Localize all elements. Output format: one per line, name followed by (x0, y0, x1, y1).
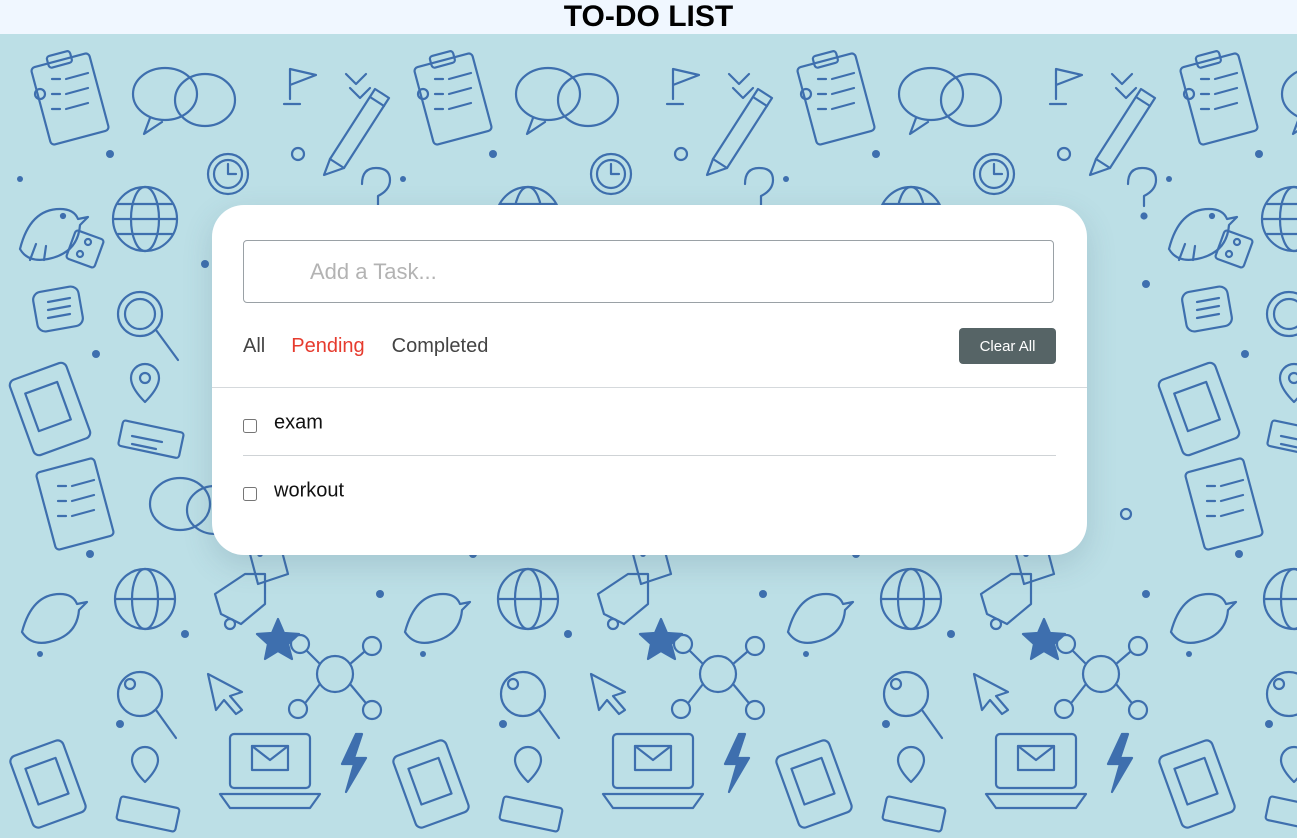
filter-tabs: All Pending Completed (243, 333, 488, 359)
task-checkbox[interactable] (243, 418, 257, 433)
filter-all[interactable]: All (243, 333, 265, 359)
app-header: TO-DO LIST (0, 0, 1297, 34)
task-label: exam (274, 411, 323, 433)
task-item: exam (243, 388, 1056, 456)
task-label: workout (274, 479, 345, 502)
task-checkbox[interactable] (243, 487, 257, 501)
filter-completed[interactable]: Completed (392, 333, 489, 359)
add-task-input[interactable] (243, 240, 1054, 303)
task-list: exam workout (243, 388, 1056, 524)
page-title: TO-DO LIST (563, 0, 734, 33)
clear-all-button[interactable]: Clear All (959, 328, 1056, 364)
filter-pending[interactable]: Pending (291, 333, 364, 359)
todo-card: All Pending Completed Clear All exam wor… (212, 205, 1087, 555)
task-item: workout (243, 456, 1056, 524)
